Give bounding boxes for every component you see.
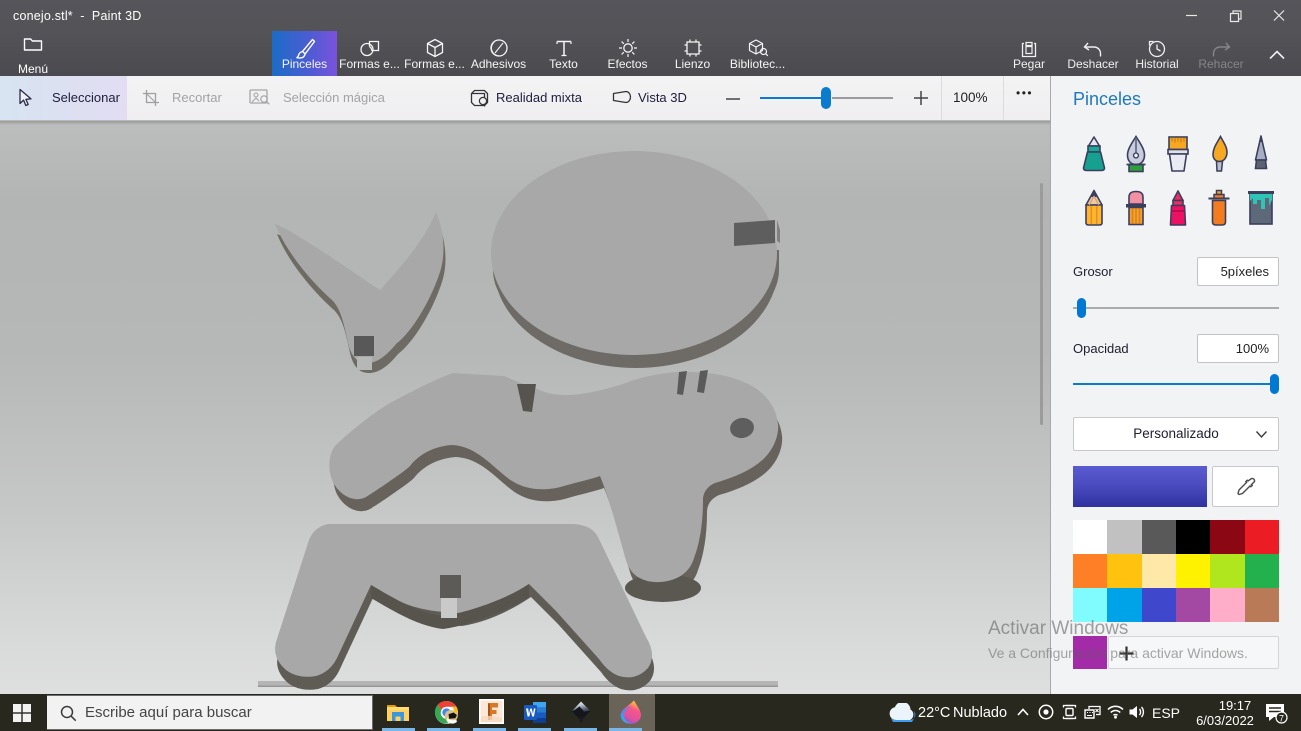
svg-text:7: 7 [1279, 713, 1284, 723]
